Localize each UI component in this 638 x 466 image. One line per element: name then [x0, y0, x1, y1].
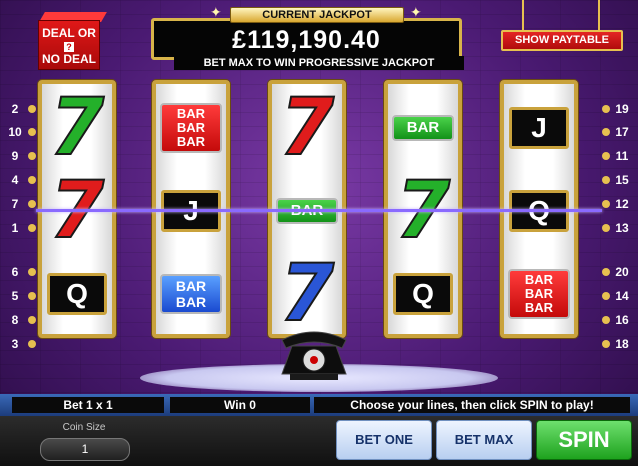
bar-text: BAR: [175, 278, 207, 294]
green-seven-symbol: 7: [49, 83, 105, 173]
letter-symbol: J: [509, 107, 569, 149]
jackpot-subtitle: BET MAX TO WIN PROGRESSIVE JACKPOT: [174, 56, 464, 70]
bar-text: BAR: [406, 119, 440, 136]
payline-number[interactable]: 9: [3, 148, 27, 164]
status-message: Choose your lines, then click SPIN to pl…: [314, 397, 630, 413]
bar-text: BAR: [176, 134, 206, 149]
jackpot-amount: £119,190.40: [232, 26, 381, 54]
red-seven-symbol: 7: [279, 83, 335, 173]
payline-marker: [28, 200, 36, 208]
payline-marker: [28, 340, 36, 348]
payline-marker: [602, 340, 610, 348]
sign-rope: [522, 0, 524, 32]
sign-rope: [598, 0, 600, 32]
payline-marker: [602, 200, 610, 208]
bet-max-button[interactable]: BET MAX: [436, 420, 532, 460]
active-payline: [36, 209, 602, 212]
payline-marker: [28, 292, 36, 300]
reel-symbol: 7: [42, 88, 112, 168]
payline-number[interactable]: 1: [3, 220, 27, 236]
payline-number[interactable]: 3: [3, 336, 27, 352]
blue-bar-symbol: BAR BAR: [160, 274, 222, 314]
star-icon: ✦: [210, 4, 222, 20]
payline-marker: [602, 152, 610, 160]
payline-marker: [28, 224, 36, 232]
payline-marker: [602, 176, 610, 184]
bar-text: BAR: [524, 272, 554, 287]
payline-number[interactable]: 11: [610, 148, 634, 164]
payline-number[interactable]: 10: [3, 124, 27, 140]
bar-text: BAR: [176, 106, 206, 121]
bar-text: BAR: [176, 120, 206, 135]
deal-or-no-deal-logo: DEAL OR ? NO DEAL: [34, 12, 108, 72]
payline-marker: [28, 105, 36, 113]
payline-number[interactable]: 6: [3, 264, 27, 280]
bet-one-button[interactable]: BET ONE: [336, 420, 432, 460]
reel-symbol: BAR BAR BAR: [156, 88, 226, 168]
payline-marker: [28, 128, 36, 136]
coin-size-label: Coin Size: [62, 422, 106, 433]
bet-display: Bet 1 x 1: [12, 397, 164, 413]
star-icon: ✦: [410, 4, 422, 20]
jackpot-label: CURRENT JACKPOT: [230, 7, 404, 23]
payline-number[interactable]: 20: [610, 264, 634, 280]
reel-symbol: J: [504, 88, 574, 168]
reel-symbol: 7: [272, 88, 342, 168]
payline-number[interactable]: 5: [3, 288, 27, 304]
show-paytable-button[interactable]: SHOW PAYTABLE: [501, 30, 623, 51]
payline-marker: [28, 316, 36, 324]
payline-number[interactable]: 2: [3, 101, 27, 117]
payline-marker: [602, 128, 610, 136]
payline-number[interactable]: 7: [3, 196, 27, 212]
letter-symbol: Q: [47, 273, 107, 315]
payline-marker: [602, 224, 610, 232]
payline-number[interactable]: 18: [610, 336, 634, 352]
bar-text: BAR: [524, 286, 554, 301]
bar-text: BAR: [524, 300, 554, 315]
coin-size-selector[interactable]: 1: [40, 438, 130, 461]
payline-marker: [28, 268, 36, 276]
payline-marker: [28, 152, 36, 160]
payline-number[interactable]: 16: [610, 312, 634, 328]
payline-number[interactable]: 17: [610, 124, 634, 140]
logo-line-2: NO DEAL: [42, 52, 96, 66]
reel-symbol: BAR BAR BAR: [504, 254, 574, 334]
payline-marker: [602, 268, 610, 276]
spin-button[interactable]: SPIN: [536, 420, 632, 460]
reel-symbol: Q: [42, 254, 112, 334]
red-bar-symbol: BAR BAR BAR: [160, 103, 222, 153]
reel-symbol: BAR BAR: [156, 254, 226, 334]
green-bar-symbol: BAR: [392, 115, 454, 141]
payline-marker: [602, 292, 610, 300]
payline-number[interactable]: 8: [3, 312, 27, 328]
logo-question-mark: ?: [64, 42, 74, 52]
payline-number[interactable]: 13: [610, 220, 634, 236]
reel-symbol: BAR: [388, 88, 458, 168]
reel-symbol: 7: [272, 254, 342, 334]
payline-marker: [28, 176, 36, 184]
payline-number[interactable]: 19: [610, 101, 634, 117]
telephone-icon[interactable]: [276, 326, 352, 382]
payline-number[interactable]: 4: [3, 172, 27, 188]
bar-text: BAR: [175, 294, 207, 310]
logo-line-1: DEAL OR: [42, 26, 96, 40]
payline-number[interactable]: 12: [610, 196, 634, 212]
payline-marker: [602, 105, 610, 113]
payline-number[interactable]: 15: [610, 172, 634, 188]
blue-seven-symbol: 7: [279, 249, 335, 339]
payline-marker: [602, 316, 610, 324]
letter-symbol: Q: [393, 273, 453, 315]
win-display: Win 0: [170, 397, 310, 413]
red-bar-symbol: BAR BAR BAR: [508, 269, 570, 319]
reel-symbol: Q: [388, 254, 458, 334]
payline-number[interactable]: 14: [610, 288, 634, 304]
